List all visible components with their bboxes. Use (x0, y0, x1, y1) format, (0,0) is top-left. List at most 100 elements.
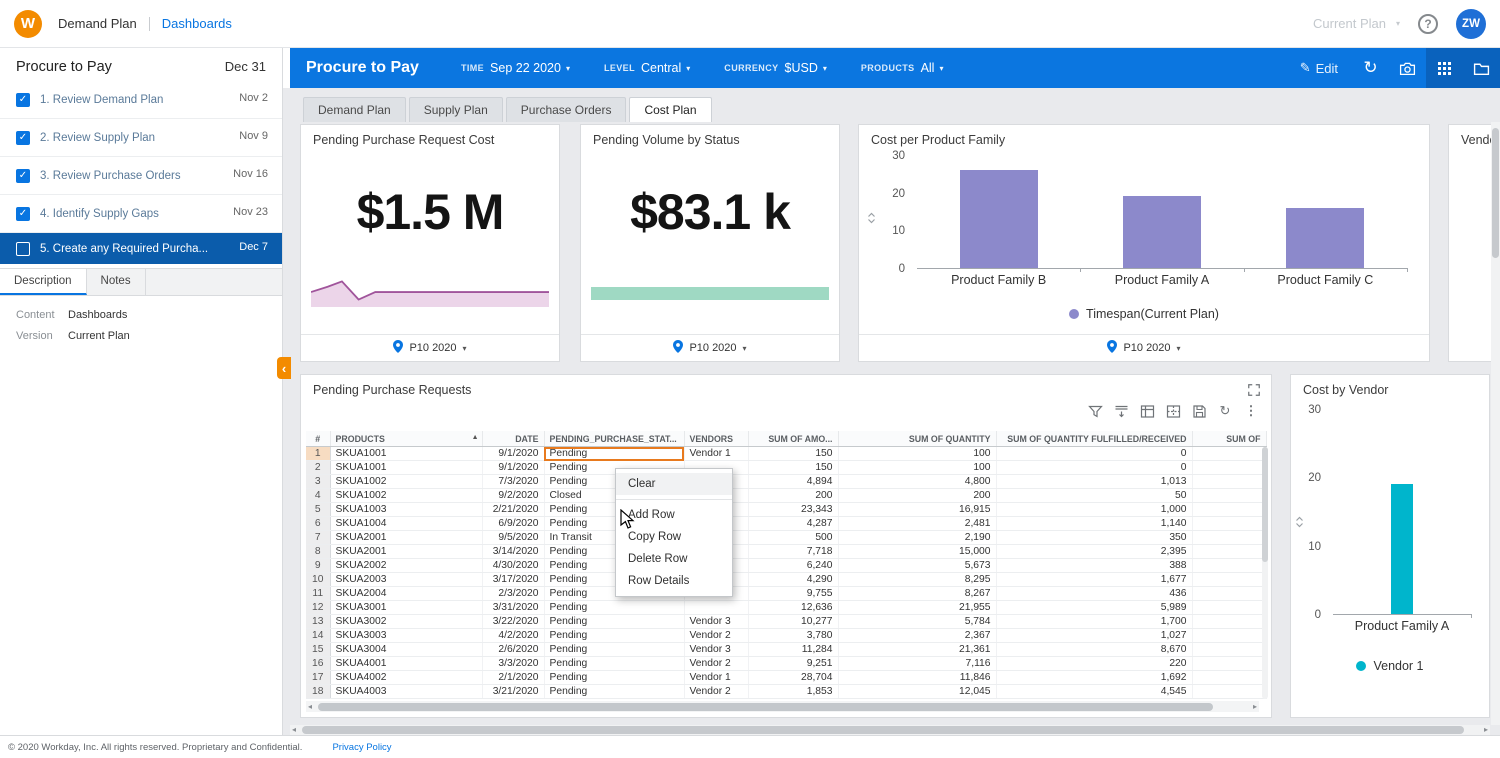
table-cell[interactable]: Vendor 1 (684, 446, 749, 461)
table-horizontal-scrollbar[interactable]: ◂ ▸ (306, 701, 1259, 712)
table-cell[interactable]: 15 (306, 642, 331, 657)
table-cell[interactable]: 100 (838, 460, 997, 475)
table-cell[interactable]: SKUA3001 (330, 600, 483, 615)
table-cell[interactable]: 1,140 (996, 516, 1193, 531)
folder-icon[interactable] (1463, 48, 1500, 88)
table-cell[interactable]: Vendor 3 (684, 614, 749, 629)
table-cell[interactable]: 2,190 (838, 530, 997, 545)
fill-down-icon[interactable] (1113, 403, 1129, 419)
table-row[interactable]: 5 SKUA1003 2/21/2020 Pending 23,343 16,915 1,0… (306, 502, 1267, 517)
table-cell[interactable]: 3/3/2020 (482, 656, 545, 671)
bar-product-family-a[interactable] (1391, 484, 1413, 614)
chevron-down-icon[interactable]: ▾ (1177, 344, 1181, 353)
table-cell[interactable]: 2/1/2020 (482, 670, 545, 685)
table-cell[interactable]: 3/31/2020 (482, 600, 545, 615)
legend-label[interactable]: Vendor 1 (1373, 659, 1423, 673)
table-cell[interactable]: 388 (996, 558, 1193, 573)
table-cell[interactable]: 6,240 (748, 558, 839, 573)
table-cell[interactable] (1192, 460, 1267, 475)
table-cell[interactable] (1192, 474, 1267, 489)
table-cell[interactable]: 9/2/2020 (482, 488, 545, 503)
scrollbar-thumb[interactable] (318, 702, 1213, 711)
table-cell[interactable]: SKUA1002 (330, 488, 483, 503)
table-cell[interactable]: Pending (544, 670, 685, 685)
table-row[interactable]: 7 SKUA2001 9/5/2020 In Transit 500 2,190 350 (306, 530, 1267, 545)
table-cell[interactable]: Pending (544, 600, 685, 615)
checkbox-unchecked-icon[interactable] (16, 242, 30, 256)
table-cell[interactable]: 7/3/2020 (482, 474, 545, 489)
scrollbar-thumb[interactable] (302, 726, 1464, 734)
refresh-icon[interactable]: ↻ (1352, 48, 1389, 88)
table-cell[interactable]: 4,894 (748, 474, 839, 489)
table-cell[interactable] (1192, 586, 1267, 601)
table-cell[interactable]: SKUA3003 (330, 628, 483, 643)
column-header[interactable]: PRODUCTS ▲ (330, 431, 483, 447)
table-cell[interactable]: 4/30/2020 (482, 558, 545, 573)
table-cell[interactable]: Vendor 2 (684, 684, 749, 699)
refresh-icon[interactable]: ↻ (1217, 403, 1233, 419)
checklist-item[interactable]: ✓ 2. Review Supply Plan Nov 9 (0, 119, 282, 157)
table-row[interactable]: 2 SKUA1001 9/1/2020 Pending 150 100 0 (306, 460, 1267, 475)
table-cell[interactable]: 8 (306, 544, 331, 559)
table-cell[interactable]: 8,295 (838, 572, 997, 587)
table-cell[interactable]: 28,704 (748, 670, 839, 685)
checkbox-checked-icon[interactable]: ✓ (16, 131, 30, 145)
table-cell[interactable]: 1,692 (996, 670, 1193, 685)
column-header[interactable]: SUM OF QUANTITY FULFILLED/RECEIVED (996, 431, 1193, 447)
table-cell[interactable]: 7 (306, 530, 331, 545)
table-cell[interactable]: SKUA3002 (330, 614, 483, 629)
table-cell[interactable]: 9/1/2020 (482, 460, 545, 475)
context-menu-item-clear[interactable]: Clear (616, 473, 732, 495)
table-cell[interactable]: Vendor 3 (684, 642, 749, 657)
table-row[interactable]: 14 SKUA3003 4/2/2020 Pending Vendor 2 3,780 2,… (306, 628, 1267, 643)
table-cell[interactable]: Pending (544, 614, 685, 629)
table-cell[interactable]: 4/2/2020 (482, 628, 545, 643)
table-cell[interactable]: Pending (544, 446, 685, 461)
table-cell[interactable]: 1,000 (996, 502, 1193, 517)
table-cell[interactable]: 1,700 (996, 614, 1193, 629)
expand-icon[interactable] (1247, 383, 1261, 402)
filter-products[interactable]: PRODUCTS All ▾ (861, 61, 944, 75)
table-cell[interactable]: Pending (544, 656, 685, 671)
table-cell[interactable]: 11,284 (748, 642, 839, 657)
table-cell[interactable]: 16,915 (838, 502, 997, 517)
table-cell[interactable]: 6/9/2020 (482, 516, 545, 531)
filter-time[interactable]: TIME Sep 22 2020 ▾ (461, 61, 570, 75)
scroll-right-icon[interactable]: ▸ (1253, 701, 1257, 712)
table-cell[interactable]: 3 (306, 474, 331, 489)
help-icon[interactable]: ? (1418, 13, 1438, 34)
dashboard-vertical-scrollbar[interactable] (1491, 122, 1500, 725)
checklist-item[interactable]: 5. Create any Required Purcha... Dec 7 (0, 233, 282, 264)
table-cell[interactable]: 7,116 (838, 656, 997, 671)
bar-product-family-a[interactable] (1123, 196, 1201, 268)
table-cell[interactable]: 4,800 (838, 474, 997, 489)
table-cell[interactable] (1192, 684, 1267, 699)
more-vertical-icon[interactable]: ⋮ (1243, 403, 1259, 419)
table-row[interactable]: 9 SKUA2002 4/30/2020 Pending 6,240 5,673 388 (306, 558, 1267, 573)
table-cell[interactable]: 14 (306, 628, 331, 643)
table-cell[interactable]: 17 (306, 670, 331, 685)
table-cell[interactable]: 12,636 (748, 600, 839, 615)
column-header[interactable]: # (306, 431, 331, 447)
table-cell[interactable]: 200 (748, 488, 839, 503)
table-cell[interactable]: 3/17/2020 (482, 572, 545, 587)
table-cell[interactable]: SKUA4001 (330, 656, 483, 671)
checkbox-checked-icon[interactable]: ✓ (16, 169, 30, 183)
table-cell[interactable]: 8,267 (838, 586, 997, 601)
table-cell[interactable]: 15,000 (838, 544, 997, 559)
table-cell[interactable] (1192, 516, 1267, 531)
checkbox-checked-icon[interactable]: ✓ (16, 93, 30, 107)
column-header[interactable]: DATE (482, 431, 545, 447)
table-cell[interactable]: 4,290 (748, 572, 839, 587)
table-row[interactable]: 6 SKUA1004 6/9/2020 Pending 4,287 2,481 1,140 (306, 516, 1267, 531)
table-cell[interactable]: Pending (544, 628, 685, 643)
workday-logo-icon[interactable]: W (14, 9, 42, 38)
table-cell[interactable]: 220 (996, 656, 1193, 671)
column-header[interactable]: PENDING_PURCHASE_STAT... (544, 431, 685, 447)
checklist-item[interactable]: ✓ 1. Review Demand Plan Nov 2 (0, 81, 282, 119)
table-cell[interactable] (1192, 614, 1267, 629)
filter-currency[interactable]: CURRENCY $USD ▾ (724, 61, 827, 75)
table-cell[interactable]: SKUA4003 (330, 684, 483, 699)
table-row[interactable]: 10 SKUA2003 3/17/2020 Pending 4,290 8,295 1,67… (306, 572, 1267, 587)
table-cell[interactable]: 21,955 (838, 600, 997, 615)
